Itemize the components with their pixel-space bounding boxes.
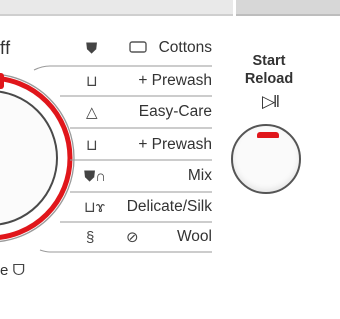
- delicate-garment-icon: ⊔ɤ: [84, 199, 105, 216]
- program-wool[interactable]: § ⊘ Wool: [66, 226, 212, 248]
- play-pause-icon: ▷ǁ: [261, 92, 280, 111]
- extra-label: e ᗜ: [0, 262, 25, 279]
- dial-indicator: [0, 73, 4, 89]
- start-label: Start: [252, 53, 286, 69]
- shirt-with-box-icon: ⛊: [86, 39, 98, 57]
- program-mix[interactable]: ⛊∩ Mix: [66, 165, 212, 187]
- hand-wash-icon: ⊘: [126, 229, 139, 246]
- program-delicate-silk[interactable]: ⊔ɤ Delicate/Silk: [66, 196, 212, 218]
- shirt-and-trousers-icon: ⛊∩: [84, 167, 107, 185]
- program-label: Cottons: [158, 39, 212, 56]
- program-cottons-prewash[interactable]: ⊔ + Prewash: [66, 70, 212, 92]
- basin-prewash-icon: ⊔: [86, 73, 98, 90]
- wool-skein-icon: §: [86, 228, 95, 246]
- program-cottons[interactable]: ⛊ Cottons: [66, 37, 212, 59]
- start-reload-button[interactable]: [231, 124, 301, 194]
- program-label: Wool: [176, 228, 212, 245]
- program-label: + Prewash: [138, 72, 212, 89]
- off-label: ff: [0, 38, 11, 58]
- dial-knob[interactable]: [0, 90, 58, 226]
- program-label: + Prewash: [138, 136, 212, 153]
- basin-prewash-icon: ⊔: [86, 137, 98, 154]
- program-label: Mix: [187, 167, 212, 184]
- program-easy-care[interactable]: △ Easy-Care: [66, 101, 212, 123]
- program-label: Delicate/Silk: [126, 198, 212, 215]
- program-label: Easy-Care: [138, 103, 212, 120]
- program-easy-care-prewash[interactable]: ⊔ + Prewash: [66, 134, 212, 156]
- start-indicator-led: [257, 132, 279, 138]
- tub-icon: ᗜ: [12, 262, 25, 279]
- extra-label-text: e: [0, 262, 9, 279]
- reload-label: Reload: [244, 71, 294, 87]
- program-separators: [33, 65, 212, 253]
- shirt-on-hanger-icon: △: [86, 104, 98, 121]
